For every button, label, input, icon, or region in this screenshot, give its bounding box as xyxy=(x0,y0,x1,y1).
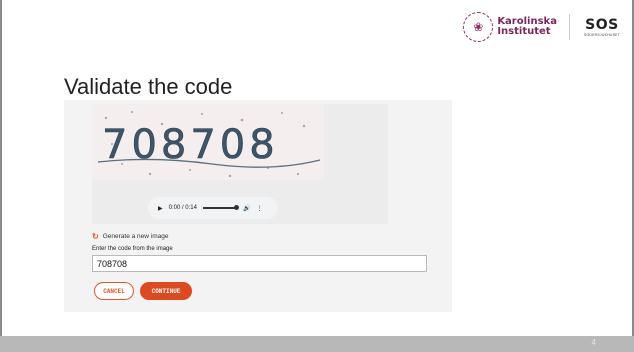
audio-progress-slider[interactable] xyxy=(202,205,239,210)
generate-new-image-label: Generate a new image xyxy=(102,233,169,240)
captcha-image: 708708 xyxy=(92,104,324,180)
volume-icon[interactable]: 🔊 xyxy=(243,205,250,212)
more-options-icon[interactable]: ⋮ xyxy=(256,205,262,212)
captcha-area: 708708 ▶ 0:00 / 0:14 🔊 ⋮ xyxy=(92,104,388,224)
logo-divider xyxy=(568,14,570,40)
captcha-panel: 708708 ▶ 0:00 / 0:14 🔊 ⋮ ↻ Generate a ne… xyxy=(64,100,452,312)
sos-mark: SOS xyxy=(585,17,619,33)
audio-time: 0:00 / 0:14 xyxy=(168,205,197,211)
karolinska-seal-icon: ❀ xyxy=(463,12,494,42)
cancel-button[interactable]: CANCEL xyxy=(94,282,134,300)
slide-footer: 4 xyxy=(0,336,634,352)
continue-button[interactable]: CONTINUE xyxy=(140,282,192,300)
karolinska-logo: ❀ Karolinska Institutet xyxy=(463,12,557,42)
refresh-icon: ↻ xyxy=(92,232,99,241)
code-input[interactable] xyxy=(92,255,427,272)
sos-subtitle: SÖDERSJUKHUSET xyxy=(583,33,620,37)
audio-player[interactable]: ▶ 0:00 / 0:14 🔊 ⋮ xyxy=(148,197,278,219)
page-number: 4 xyxy=(591,338,596,347)
button-row: CANCEL CONTINUE xyxy=(94,282,192,300)
generate-new-image-link[interactable]: ↻ Generate a new image xyxy=(92,232,168,241)
sos-logo: SOS SÖDERSJUKHUSET xyxy=(584,17,620,37)
slide: ❀ Karolinska Institutet SOS SÖDERSJUKHUS… xyxy=(0,0,634,336)
logos: ❀ Karolinska Institutet SOS SÖDERSJUKHUS… xyxy=(463,12,620,42)
institutet-name: Institutet xyxy=(497,26,551,37)
code-field-label: Enter the code from the image xyxy=(92,246,173,252)
play-icon[interactable]: ▶ xyxy=(158,205,163,212)
slide-title: Validate the code xyxy=(64,74,233,99)
captcha-text: 708708 xyxy=(102,122,279,168)
